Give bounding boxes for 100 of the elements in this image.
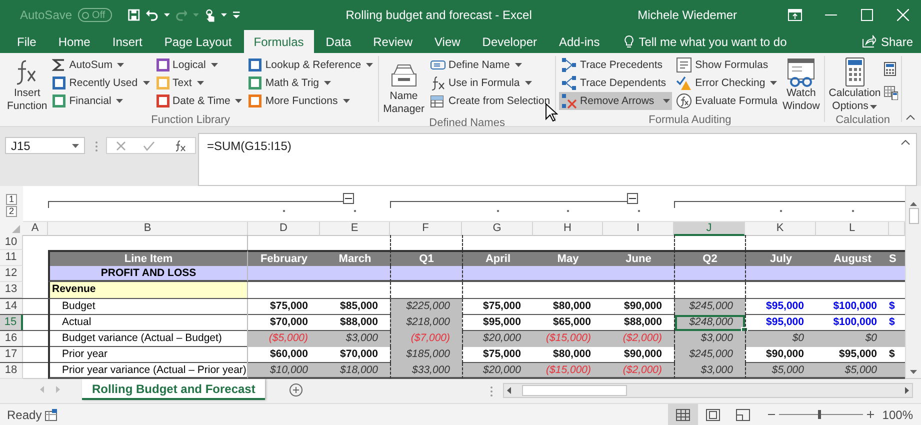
ribbon-button[interactable]: Recently Used	[50, 74, 152, 92]
ribbon-button[interactable]: Insert Function	[6, 56, 48, 114]
ribbon-button[interactable]: Name Manager	[382, 59, 426, 117]
table-cell-text: $80,000	[552, 299, 592, 314]
outline-level-button[interactable]: 1	[6, 194, 17, 205]
column-heading: March	[320, 250, 390, 266]
sheet-tab[interactable]: Rolling Budget and Forecast	[82, 379, 266, 400]
collapse-group-button[interactable]	[343, 193, 354, 204]
collapse-ribbon-icon[interactable]	[906, 115, 915, 120]
ribbon-button[interactable]: Date & Time	[154, 92, 244, 110]
group-label: Calculation	[834, 114, 891, 126]
touch-icon[interactable]	[205, 8, 216, 22]
insert-function-icon[interactable]	[173, 140, 186, 152]
calculator-icon[interactable]	[884, 62, 896, 76]
autosave-label: AutoSave	[20, 8, 72, 22]
ribbon-button[interactable]: Use in Formula	[428, 74, 552, 92]
page-layout-icon	[706, 408, 720, 420]
share-button[interactable]: Share	[854, 30, 921, 53]
column-header[interactable]: F	[390, 222, 462, 236]
maximize-icon[interactable]	[861, 9, 873, 21]
column-heading: February	[248, 250, 320, 266]
column-header[interactable]: B	[48, 222, 248, 236]
view-button[interactable]	[668, 404, 698, 425]
undo-icon[interactable]	[146, 9, 158, 21]
collapse-group-button[interactable]	[627, 193, 638, 204]
column-header[interactable]: J	[674, 222, 745, 236]
ribbon-button[interactable]: Financial	[50, 92, 152, 110]
row-header[interactable]: 11	[0, 250, 23, 266]
formula-field[interactable]: =SUM(G15:I15)	[207, 139, 292, 153]
ribbon-tab[interactable]: Data	[316, 30, 362, 53]
minimize-icon[interactable]	[825, 14, 837, 16]
ribbon-tab[interactable]: Home	[48, 30, 100, 53]
collapse-icon[interactable]	[901, 140, 910, 145]
ribbon-button[interactable]: AutoSum	[50, 56, 152, 74]
ribbon-tab[interactable]: Developer	[472, 30, 547, 53]
row-header[interactable]: 13	[0, 282, 23, 298]
column-heading: Q2	[674, 250, 745, 266]
ribbon-button[interactable]: Define Name	[428, 56, 552, 74]
ribbon-tab[interactable]: File	[7, 30, 46, 53]
scroll-right-icon[interactable]	[905, 387, 909, 394]
table-cell: $248,000	[674, 315, 745, 331]
ribbon-button[interactable]: Trace Dependents	[559, 74, 672, 92]
ribbon-tab[interactable]: Page Layout	[154, 30, 242, 53]
row-header[interactable]: 17	[0, 347, 23, 363]
customize-icon[interactable]	[233, 11, 240, 19]
column-header[interactable]: D	[248, 222, 320, 236]
column-header[interactable]: E	[320, 222, 390, 236]
ribbon-button[interactable]: Evaluate Formula	[674, 92, 780, 110]
row-header[interactable]: 18	[0, 363, 23, 379]
column-header[interactable]: H	[533, 222, 603, 236]
close-icon[interactable]	[897, 9, 909, 21]
table-cell: $185,000	[390, 347, 462, 363]
ribbon-button[interactable]: Remove Arrows	[559, 92, 672, 110]
row-header[interactable]: 14	[0, 299, 23, 315]
row-header[interactable]: 12	[0, 266, 23, 282]
column-header[interactable]: A	[23, 222, 48, 236]
ribbon-button[interactable]: Show Formulas	[674, 56, 780, 74]
zoom-in-icon[interactable]	[867, 411, 874, 418]
column-header[interactable]: K	[745, 222, 816, 236]
column-header[interactable]: L	[816, 222, 889, 236]
scroll-up-icon[interactable]	[910, 202, 917, 206]
scroll-left-icon[interactable]	[507, 387, 511, 394]
ribbon-button[interactable]: Watch Window	[781, 56, 821, 114]
caret-icon	[221, 13, 228, 17]
ribbon-tab[interactable]: Formulas	[244, 30, 314, 53]
zoom-out-icon[interactable]	[768, 413, 776, 416]
column-header[interactable]: G	[462, 222, 533, 236]
ribbon-tab[interactable]: Add-ins	[549, 30, 610, 53]
scrollbar-thumb[interactable]	[908, 208, 918, 224]
sheet-calc-icon[interactable]	[884, 86, 898, 100]
macro-icon[interactable]	[45, 408, 57, 420]
scrollbar-thumb[interactable]	[522, 385, 627, 396]
name-box[interactable]: J15	[5, 137, 85, 154]
ribbon-display-icon[interactable]	[788, 9, 802, 21]
evaluate-icon	[676, 93, 692, 109]
ribbon-tab[interactable]: Review	[363, 30, 422, 53]
tell-me-field[interactable]: Tell me what you want to do	[638, 34, 809, 48]
ribbon-button[interactable]: Text	[154, 74, 244, 92]
ribbon-tab[interactable]: Insert	[102, 30, 152, 53]
table-cell-text: $88,000	[623, 315, 663, 330]
ribbon-button[interactable]: More Functions	[246, 92, 376, 110]
slider-thumb[interactable]	[818, 410, 821, 419]
ribbon-tab[interactable]: View	[424, 30, 470, 53]
row-header[interactable]: 10	[0, 235, 23, 250]
table-cell-text: $80,000	[552, 347, 592, 362]
outline-level-button[interactable]: 2	[6, 206, 17, 217]
ribbon-button[interactable]: Trace Precedents	[559, 56, 672, 74]
table-cell-text: $70,000	[269, 315, 309, 330]
ribbon-button[interactable]: Math & Trig	[246, 74, 376, 92]
section-title: PROFIT AND LOSS	[48, 266, 248, 282]
add-sheet-icon[interactable]	[289, 383, 304, 397]
row-header[interactable]: 16	[0, 331, 23, 347]
table-cell-text: $70,000	[339, 347, 379, 362]
ribbon-button[interactable]: Logical	[154, 56, 244, 74]
scroll-down-icon[interactable]	[910, 370, 917, 374]
row-header[interactable]: 15	[0, 315, 23, 331]
ribbon-button[interactable]: Lookup & Reference	[246, 56, 376, 74]
ribbon-button[interactable]: Calculation Options	[828, 56, 882, 114]
ribbon-button[interactable]: Error Checking	[674, 74, 780, 92]
save-icon[interactable]	[128, 8, 140, 22]
